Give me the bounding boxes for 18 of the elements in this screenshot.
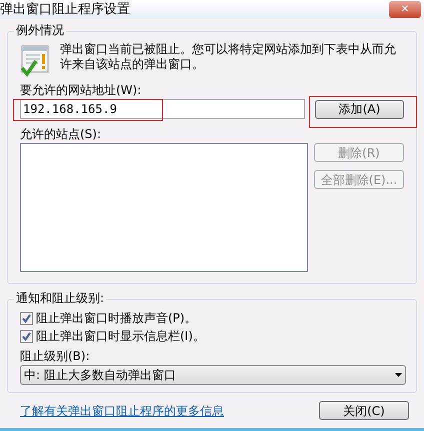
sites-list[interactable]: [20, 143, 308, 272]
checkbox[interactable]: [20, 330, 33, 342]
group-title: 通知和阻止级别:: [14, 292, 106, 304]
dropdown-arrow-icon: [395, 373, 402, 377]
checkbox-label: 阻止弹出窗口时显示信息栏(I)。: [36, 330, 205, 342]
level-label: 阻止级别(B):: [20, 349, 91, 363]
more-info-link[interactable]: 了解有关弹出窗口阻止程序的更多信息: [20, 404, 224, 416]
group-title: 例外情况: [14, 24, 66, 36]
checkbox-label: 阻止弹出窗口时播放声音(P)。: [36, 312, 197, 324]
blocked-message: 弹出窗口当前已被阻止。您可以将特定网站添加到下表中从而允许来自该站点的弹出窗口。: [60, 42, 397, 73]
address-label: 要允许的网站地址(W):: [20, 83, 142, 97]
close-dialog-button[interactable]: 关闭(C): [319, 401, 409, 420]
sites-label: 允许的站点(S):: [20, 127, 102, 141]
checkbox[interactable]: [20, 312, 33, 324]
address-field[interactable]: 192.168.165.9: [20, 99, 305, 119]
window-title: 弹出窗口阻止程序设置: [0, 3, 130, 16]
add-button[interactable]: 添加(A): [314, 100, 404, 118]
level-dropdown[interactable]: 中: 阻止大多数自动弹出窗口: [20, 365, 406, 385]
